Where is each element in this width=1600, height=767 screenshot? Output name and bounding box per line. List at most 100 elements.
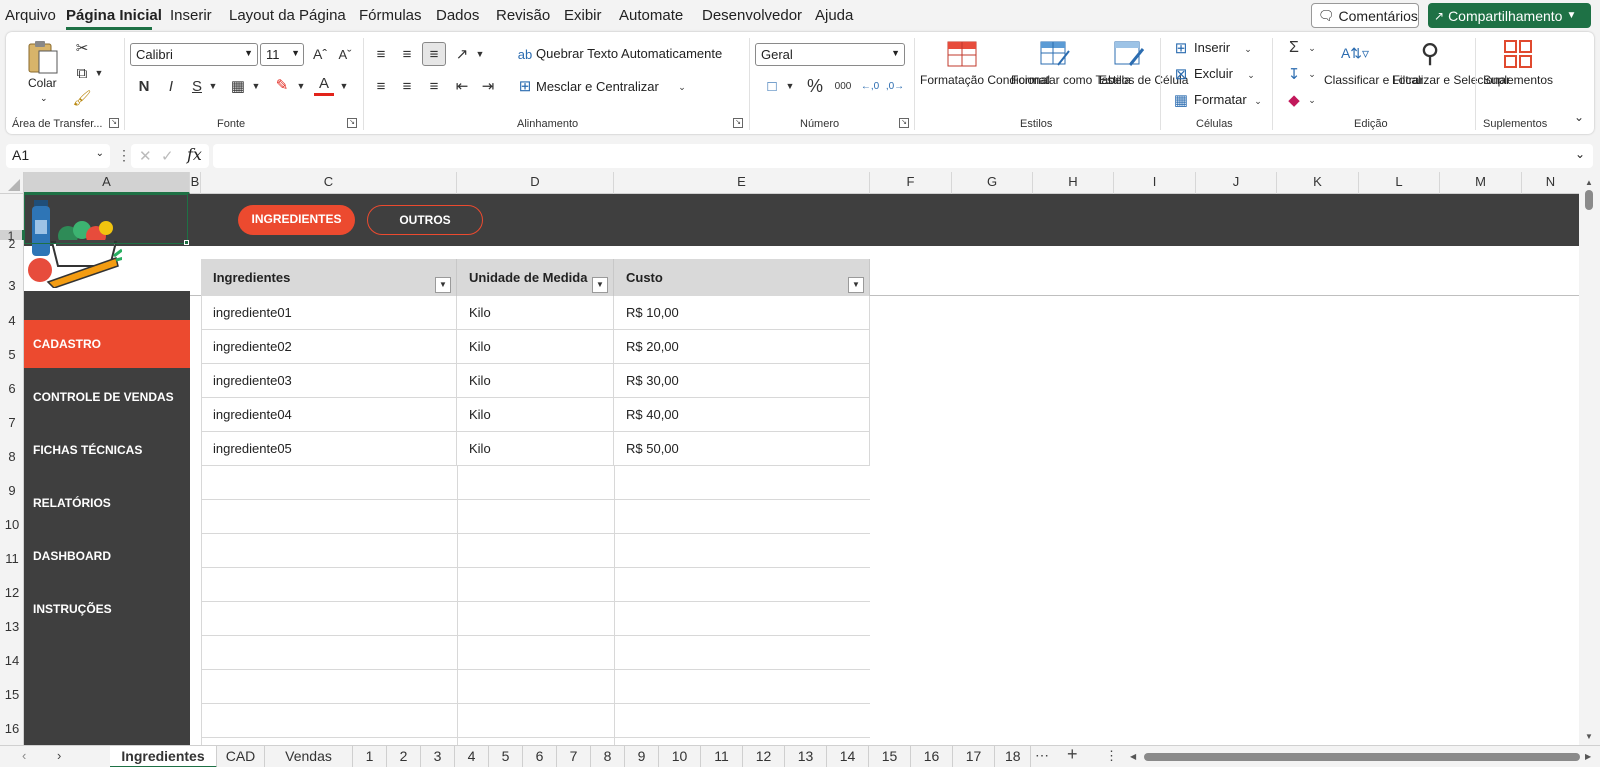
currency-icon[interactable]: □ bbox=[762, 76, 782, 96]
column-header-e[interactable]: E bbox=[614, 172, 870, 194]
row-header-8[interactable]: 8 bbox=[0, 449, 24, 464]
row-header-13[interactable]: 13 bbox=[0, 619, 24, 634]
sheet-tab-12[interactable]: 12 bbox=[743, 746, 785, 767]
scroll-up-icon[interactable]: ▲ bbox=[1585, 178, 1593, 187]
sheet-tab-cad[interactable]: CAD bbox=[217, 746, 265, 767]
collapse-ribbon-icon[interactable]: ⌄ bbox=[1572, 110, 1586, 124]
paste-icon[interactable] bbox=[24, 38, 62, 76]
row-header-6[interactable]: 6 bbox=[0, 381, 24, 396]
column-header-l[interactable]: L bbox=[1359, 172, 1440, 194]
row-header-5[interactable]: 5 bbox=[0, 347, 24, 362]
table-cell[interactable]: ingrediente01 bbox=[201, 296, 457, 330]
confirm-icon[interactable]: ✓ bbox=[161, 147, 174, 165]
sheet-tab-1[interactable]: 1 bbox=[353, 746, 387, 767]
filter-dropdown-icon[interactable]: ▼ bbox=[848, 277, 864, 293]
chevron-down-icon[interactable]: ▼ bbox=[474, 46, 486, 62]
row-header-2[interactable]: 2 bbox=[0, 240, 24, 248]
delete-cells-button[interactable]: Excluir bbox=[1194, 66, 1233, 81]
cell-styles-icon[interactable] bbox=[1113, 40, 1145, 68]
format-as-table-icon[interactable] bbox=[1039, 40, 1071, 68]
column-header-f[interactable]: F bbox=[870, 172, 952, 194]
borders-icon[interactable]: ▦ bbox=[228, 76, 248, 96]
row-header-16[interactable]: 16 bbox=[0, 721, 24, 736]
column-header-g[interactable]: G bbox=[952, 172, 1033, 194]
add-ins-button[interactable]: Suplementos bbox=[1478, 72, 1558, 88]
chevron-down-icon[interactable]: ⌄ bbox=[1306, 40, 1318, 56]
scrollbar-thumb[interactable] bbox=[1585, 190, 1593, 210]
chevron-down-icon[interactable]: ⌄ bbox=[1306, 66, 1318, 82]
table-cell[interactable]: ingrediente04 bbox=[201, 398, 457, 432]
menu-exibir[interactable]: Exibir bbox=[564, 7, 602, 24]
chevron-down-icon[interactable]: ▼ bbox=[207, 78, 219, 94]
sidebar-item-fichas-tecnicas[interactable]: FICHAS TÉCNICAS bbox=[24, 426, 190, 474]
sheet-tab-vendas[interactable]: Vendas bbox=[265, 746, 353, 767]
menu-automate[interactable]: Automate bbox=[619, 7, 683, 24]
sort-filter-icon[interactable]: A⇅▿ bbox=[1338, 38, 1372, 68]
font-color-icon[interactable]: A bbox=[314, 74, 334, 96]
autosum-icon[interactable]: Σ bbox=[1284, 38, 1304, 58]
align-left-icon[interactable]: ≡ bbox=[371, 76, 391, 96]
table-cell[interactable]: Kilo bbox=[457, 296, 614, 330]
scroll-left-icon[interactable]: ◀ bbox=[1130, 752, 1136, 761]
table-cell[interactable]: ingrediente03 bbox=[201, 364, 457, 398]
conditional-formatting-icon[interactable] bbox=[946, 40, 978, 68]
row-header-12[interactable]: 12 bbox=[0, 585, 24, 600]
column-header-m[interactable]: M bbox=[1440, 172, 1522, 194]
table-cell[interactable]: R$ 30,00 bbox=[614, 364, 870, 398]
column-header-h[interactable]: H bbox=[1033, 172, 1114, 194]
align-center-icon[interactable]: ≡ bbox=[397, 76, 417, 96]
add-ins-icon[interactable] bbox=[1502, 38, 1534, 70]
dialog-launcher-icon[interactable]: ↘ bbox=[899, 118, 909, 128]
column-header-c[interactable]: C bbox=[201, 172, 457, 194]
sheet-tab-3[interactable]: 3 bbox=[421, 746, 455, 767]
column-header-a[interactable]: A bbox=[24, 172, 190, 194]
filter-dropdown-icon[interactable]: ▼ bbox=[592, 277, 608, 293]
table-cell[interactable]: R$ 10,00 bbox=[614, 296, 870, 330]
chevron-down-icon[interactable]: ▼ bbox=[338, 78, 350, 94]
wrap-text-icon[interactable]: ab bbox=[516, 44, 534, 64]
decrease-font-icon[interactable]: Aˇ bbox=[335, 44, 355, 64]
worksheet[interactable]: INGREDIENTES OUTROS CADASTRO CONTROLE DE… bbox=[24, 194, 1579, 745]
delete-cells-icon[interactable]: ⊠ bbox=[1172, 66, 1190, 83]
table-cell[interactable]: Kilo bbox=[457, 398, 614, 432]
table-header-unidade[interactable]: Unidade de Medida ▼ bbox=[457, 259, 614, 296]
chevron-down-icon[interactable]: ⌄ bbox=[1252, 93, 1264, 109]
format-cells-button[interactable]: Formatar bbox=[1194, 92, 1247, 107]
decrease-indent-icon[interactable]: ⇤ bbox=[452, 76, 472, 96]
menu-revisao[interactable]: Revisão bbox=[496, 7, 550, 24]
sheet-tab-10[interactable]: 10 bbox=[659, 746, 701, 767]
name-box[interactable]: A1 ⌄ bbox=[6, 144, 110, 168]
font-size-select[interactable]: 11 ▼ bbox=[260, 43, 304, 66]
sheet-tab-14[interactable]: 14 bbox=[827, 746, 869, 767]
dialog-launcher-icon[interactable]: ↘ bbox=[733, 118, 743, 128]
wrap-text-button[interactable]: Quebrar Texto Automaticamente bbox=[536, 46, 722, 61]
percent-button[interactable]: % bbox=[804, 75, 826, 97]
sheet-tab-13[interactable]: 13 bbox=[785, 746, 827, 767]
sheet-tab-15[interactable]: 15 bbox=[869, 746, 911, 767]
row-header-7[interactable]: 7 bbox=[0, 415, 24, 430]
row-header-9[interactable]: 9 bbox=[0, 483, 24, 498]
fill-down-icon[interactable]: ↧ bbox=[1284, 64, 1304, 84]
table-cell[interactable]: ingrediente05 bbox=[201, 432, 457, 466]
orientation-icon[interactable]: ↗ bbox=[452, 44, 472, 64]
insert-cells-icon[interactable]: ⊞ bbox=[1172, 40, 1190, 57]
sheet-tab-4[interactable]: 4 bbox=[455, 746, 489, 767]
more-sheets-icon[interactable]: ⋯ bbox=[1035, 747, 1049, 764]
thousands-separator-button[interactable]: 000 bbox=[831, 77, 855, 95]
paste-label[interactable]: Colar bbox=[28, 75, 57, 91]
table-cell[interactable]: Kilo bbox=[457, 330, 614, 364]
row-header-4[interactable]: 4 bbox=[0, 313, 24, 328]
chevron-down-icon[interactable]: ⌄ bbox=[1245, 67, 1257, 83]
sidebar-item-controle-de-vendas[interactable]: CONTROLE DE VENDAS bbox=[24, 373, 190, 421]
horizontal-scrollbar-thumb[interactable] bbox=[1144, 753, 1580, 761]
increase-decimal-icon[interactable]: ←,0 bbox=[859, 76, 881, 96]
merge-center-icon[interactable]: ⊞ bbox=[516, 76, 534, 96]
chevron-down-icon[interactable]: ⌄ bbox=[40, 90, 48, 106]
table-cell[interactable]: Kilo bbox=[457, 364, 614, 398]
cell-styles-button[interactable]: Estilos de Célula bbox=[1099, 72, 1188, 88]
row-header-1[interactable]: 1 bbox=[0, 230, 24, 242]
menu-pagina-inicial[interactable]: Página Inicial bbox=[66, 7, 162, 24]
table-header-custo[interactable]: Custo ▼ bbox=[614, 259, 870, 296]
merge-center-button[interactable]: Mesclar e Centralizar bbox=[536, 79, 659, 94]
sheet-tab-17[interactable]: 17 bbox=[953, 746, 995, 767]
